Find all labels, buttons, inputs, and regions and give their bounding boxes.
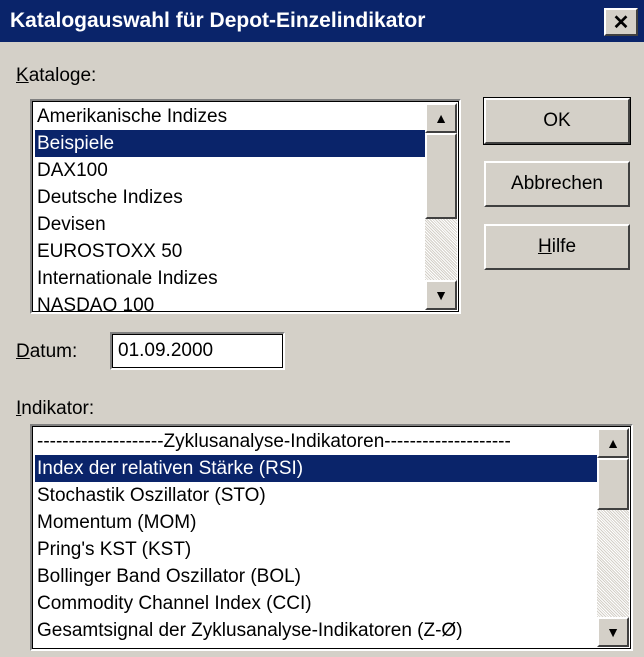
indikator-list: --------------------Zyklusanalyse-Indika… [35, 428, 597, 644]
datum-input[interactable]: 01.09.2000 [110, 332, 285, 370]
indikator-label: Indikator: [16, 398, 94, 420]
cancel-button[interactable]: Abbrechen [484, 161, 630, 207]
list-item[interactable]: NASDAQ 100 [35, 292, 425, 312]
list-item[interactable]: Commodity Channel Index (CCI) [35, 590, 597, 617]
list-item[interactable]: Index der relativen Stärke (RSI) [35, 455, 597, 482]
ok-button[interactable]: OK [483, 97, 631, 145]
scroll-up-button[interactable]: ▲ [425, 103, 457, 133]
list-item[interactable]: --------------------Zyklusanalyse-Indika… [35, 428, 597, 455]
list-item[interactable]: Internationale Indizes [35, 265, 425, 292]
kataloge-listbox[interactable]: Amerikanische Indizes Beispiele DAX100 Deut… [30, 99, 461, 314]
indikator-label-text: Indikator: [16, 398, 95, 419]
close-button[interactable]: ✕ [604, 8, 638, 36]
list-item[interactable]: Momentum (MOM) [35, 509, 597, 536]
ok-button-label: OK [543, 110, 571, 131]
kataloge-label-text: Kataloge: [16, 65, 97, 86]
cancel-button-label: Abbrechen [511, 173, 603, 194]
list-item[interactable]: Gesamtsignal der Zyklusanalyse-Indikator… [35, 617, 597, 644]
scroll-up-button[interactable]: ▲ [597, 428, 629, 458]
help-button-label: Hilfe [537, 236, 577, 257]
close-icon: ✕ [612, 11, 630, 34]
list-item[interactable]: EUROSTOXX 50 [35, 238, 425, 265]
list-item[interactable]: DAX100 [35, 157, 425, 184]
scrollbar-thumb[interactable] [597, 458, 629, 510]
kataloge-scrollbar[interactable]: ▲ ▼ [425, 103, 457, 310]
list-item[interactable]: Beispiele [35, 130, 425, 157]
scroll-up-icon: ▲ [606, 435, 620, 451]
scroll-down-icon: ▼ [434, 287, 448, 303]
scroll-down-button[interactable]: ▼ [597, 617, 629, 647]
list-item[interactable]: Bollinger Band Oszillator (BOL) [35, 563, 597, 590]
list-item[interactable]: Amerikanische Indizes [35, 103, 425, 130]
kataloge-list: Amerikanische Indizes Beispiele DAX100 Deut… [35, 103, 425, 312]
kataloge-label: Kataloge: [16, 65, 96, 87]
list-item[interactable]: Devisen [35, 211, 425, 238]
scroll-down-button[interactable]: ▼ [425, 280, 457, 310]
scrollbar-thumb[interactable] [425, 133, 457, 219]
help-button[interactable]: Hilfe [484, 224, 630, 270]
list-item[interactable]: Deutsche Indizes [35, 184, 425, 211]
scroll-down-icon: ▼ [606, 624, 620, 640]
datum-label: Datum: [16, 341, 77, 363]
indikator-listbox[interactable]: --------------------Zyklusanalyse-Indika… [30, 424, 633, 651]
indikator-scrollbar[interactable]: ▲ ▼ [597, 428, 629, 647]
list-item[interactable]: Stochastik Oszillator (STO) [35, 482, 597, 509]
title-bar: Katalogauswahl für Depot-Einzelindikator… [0, 0, 644, 42]
window-title: Katalogauswahl für Depot-Einzelindikator [10, 9, 426, 32]
datum-label-text: Datum: [16, 341, 78, 362]
list-item[interactable]: Pring's KST (KST) [35, 536, 597, 563]
scroll-up-icon: ▲ [434, 110, 448, 126]
